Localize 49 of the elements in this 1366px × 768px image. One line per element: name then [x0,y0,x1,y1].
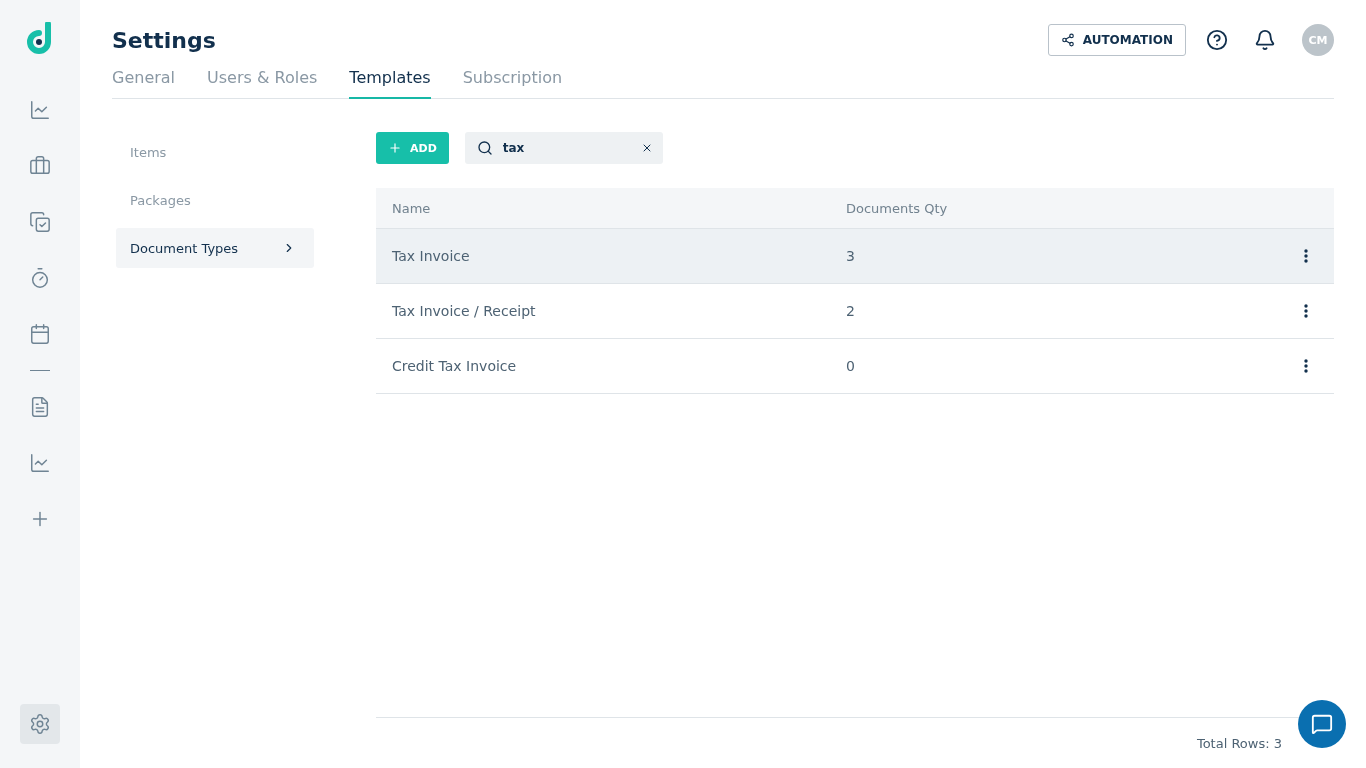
kebab-icon [1304,249,1308,263]
logo-icon [26,22,54,56]
submenu-label: Document Types [130,240,239,256]
plus-icon [388,141,402,155]
more-options-button[interactable] [1304,304,1308,318]
share-icon [1060,33,1075,47]
help-button[interactable] [1206,29,1228,51]
submenu-item[interactable]: Packages [116,180,314,220]
search-field[interactable]: tax [464,132,663,164]
chat-icon [1311,713,1333,735]
tasks-icon [29,211,51,233]
table-cell-text: 0 [845,358,856,374]
search-input[interactable]: tax [500,140,633,156]
table-row[interactable]: Tax Invoice 3 [376,229,1334,284]
timer-icon [29,267,51,289]
total-rows: Total Rows: 3 [1196,735,1282,751]
automation-button[interactable]: AUTOMATION [1047,24,1186,56]
submenu-item[interactable]: Document Types [116,228,314,268]
submenu-label: Packages [130,192,191,208]
search-icon [476,140,493,156]
submenu-item[interactable]: Items [116,132,314,172]
more-options-button[interactable] [1304,359,1308,373]
submenu-label: Items [130,144,167,160]
kebab-icon [1304,359,1308,373]
document-icon [29,396,51,418]
briefcase-icon [29,155,51,177]
table-cell-text: 3 [845,248,856,264]
help-circle-icon [1206,29,1228,51]
page-title: Settings [112,27,217,53]
notification-button[interactable] [1254,29,1276,51]
calendar-icon [29,323,51,345]
table-cell-text: 2 [845,303,856,319]
bell-icon [1254,29,1276,51]
settings-tab[interactable]: General [112,68,176,99]
settings-tab[interactable]: Subscription [462,68,563,99]
table-cell-text: Credit Tax Invoice [391,358,518,374]
column-header: Documents Qty [845,200,949,216]
sidebar-settings-button[interactable] [20,704,60,744]
chart-icon [29,99,51,121]
settings-tab[interactable]: Templates [349,68,431,99]
chart-icon [29,452,51,474]
more-options-button[interactable] [1304,249,1308,263]
settings-icon [29,713,51,735]
kebab-icon [1304,304,1308,318]
settings-tab[interactable]: Users & Roles [207,68,318,99]
column-header: Name [391,200,432,216]
table-cell-text: Tax Invoice [391,248,471,264]
table-cell-text: Tax Invoice / Receipt [391,303,537,319]
chat-button[interactable] [1298,700,1346,748]
